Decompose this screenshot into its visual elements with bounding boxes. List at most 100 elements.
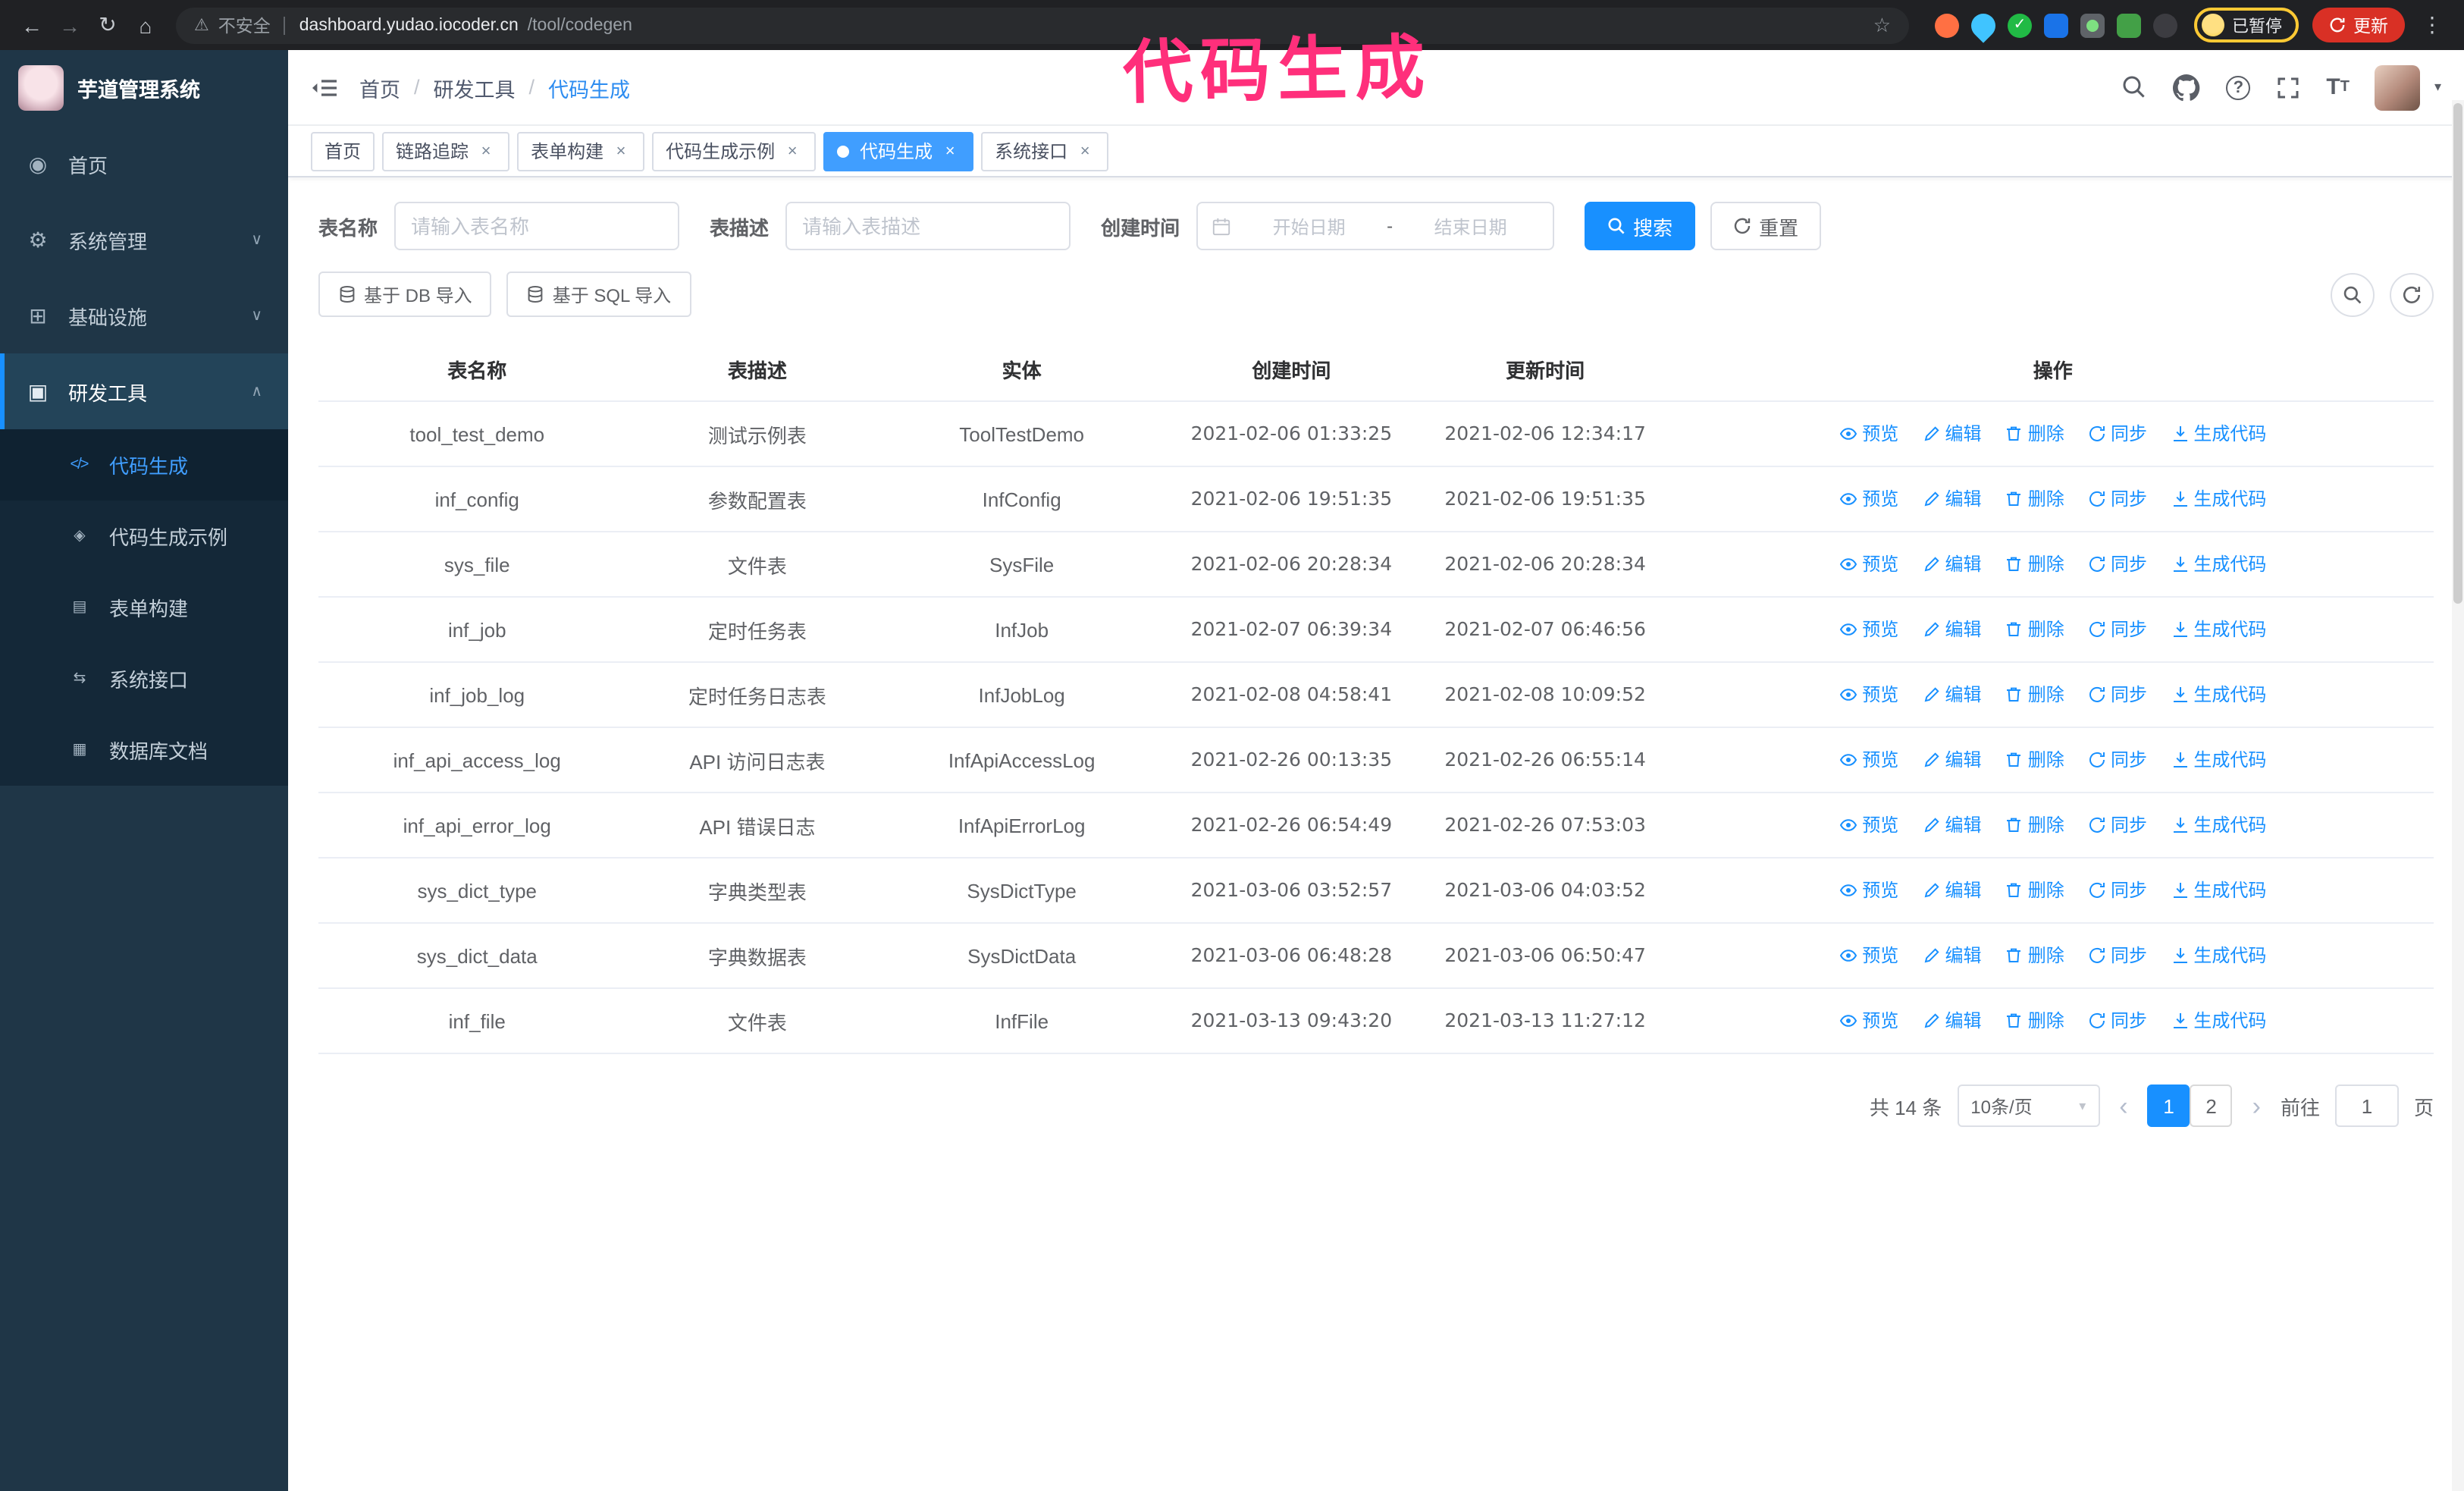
preview-link[interactable]: 预览 — [1839, 747, 1898, 773]
edit-link[interactable]: 编辑 — [1922, 421, 1982, 447]
view-tab[interactable]: 代码生成 × — [823, 131, 974, 171]
sync-link[interactable]: 同步 — [2088, 943, 2147, 968]
edit-link[interactable]: 编辑 — [1922, 617, 1982, 642]
delete-link[interactable]: 删除 — [2005, 486, 2064, 512]
browser-reload-icon[interactable]: ↻ — [91, 8, 124, 42]
extension-drop-icon[interactable] — [1966, 8, 2001, 42]
delete-link[interactable]: 删除 — [2005, 747, 2064, 773]
preview-link[interactable]: 预览 — [1839, 617, 1898, 642]
delete-link[interactable]: 删除 — [2005, 877, 2064, 903]
font-size-icon[interactable]: TT — [2326, 74, 2350, 100]
sidebar-menu-item[interactable]: ◉ 首页 — [0, 126, 288, 202]
sidebar-menu-item[interactable]: ▣ 研发工具 ∧ — [0, 353, 288, 429]
sidebar-menu-item[interactable]: ⚙ 系统管理 ∨ — [0, 202, 288, 278]
goto-page-input[interactable] — [2334, 1085, 2399, 1127]
import-from-db-button[interactable]: 基于 DB 导入 — [318, 272, 492, 317]
sidebar-submenu-item[interactable]: ▤ 表单构建 — [0, 572, 288, 643]
breadcrumb-home[interactable]: 首页 — [359, 72, 400, 102]
sidebar-submenu-item[interactable]: ▦ 数据库文档 — [0, 714, 288, 786]
browser-update-button[interactable]: 更新 — [2312, 8, 2405, 42]
next-page-button[interactable]: › — [2248, 1093, 2265, 1119]
edit-link[interactable]: 编辑 — [1922, 812, 1982, 838]
sync-link[interactable]: 同步 — [2088, 551, 2147, 577]
user-avatar[interactable] — [2375, 64, 2421, 110]
generate-code-link[interactable]: 生成代码 — [2171, 551, 2266, 577]
sync-link[interactable]: 同步 — [2088, 1008, 2147, 1034]
create-time-range-picker[interactable]: 开始日期 - 结束日期 — [1196, 202, 1555, 250]
delete-link[interactable]: 删除 — [2005, 943, 2064, 968]
delete-link[interactable]: 删除 — [2005, 1008, 2064, 1034]
edit-link[interactable]: 编辑 — [1922, 682, 1982, 708]
app-logo[interactable]: 芋道管理系统 — [0, 50, 288, 126]
sidebar-menu-item[interactable]: ⊞ 基础设施 ∨ — [0, 278, 288, 353]
preview-link[interactable]: 预览 — [1839, 943, 1898, 968]
sync-link[interactable]: 同步 — [2088, 421, 2147, 447]
address-bar[interactable]: ⚠ 不安全 dashboard.yudao.iocoder.cn/tool/co… — [176, 7, 1909, 43]
view-tab[interactable]: 表单构建 × — [517, 131, 645, 171]
breadcrumb-tools[interactable]: 研发工具 — [434, 72, 516, 102]
generate-code-link[interactable]: 生成代码 — [2171, 617, 2266, 642]
edit-link[interactable]: 编辑 — [1922, 877, 1982, 903]
generate-code-link[interactable]: 生成代码 — [2171, 747, 2266, 773]
delete-link[interactable]: 删除 — [2005, 682, 2064, 708]
generate-code-link[interactable]: 生成代码 — [2171, 877, 2266, 903]
preview-link[interactable]: 预览 — [1839, 486, 1898, 512]
sync-link[interactable]: 同步 — [2088, 812, 2147, 838]
browser-home-icon[interactable]: ⌂ — [129, 8, 162, 42]
refresh-table-button[interactable] — [2390, 272, 2434, 316]
generate-code-link[interactable]: 生成代码 — [2171, 682, 2266, 708]
edit-link[interactable]: 编辑 — [1922, 747, 1982, 773]
browser-menu-icon[interactable]: ⋮ — [2415, 8, 2449, 42]
extension-screenshot-icon[interactable] — [2080, 13, 2105, 37]
preview-link[interactable]: 预览 — [1839, 551, 1898, 577]
close-tab-icon[interactable]: × — [611, 142, 631, 160]
edit-link[interactable]: 编辑 — [1922, 943, 1982, 968]
generate-code-link[interactable]: 生成代码 — [2171, 1008, 2266, 1034]
sidebar-toggle-icon[interactable] — [311, 74, 338, 101]
sync-link[interactable]: 同步 — [2088, 486, 2147, 512]
delete-link[interactable]: 删除 — [2005, 812, 2064, 838]
window-scrollbar[interactable] — [2452, 100, 2464, 1491]
table-desc-input[interactable] — [785, 202, 1071, 250]
table-name-input[interactable] — [394, 202, 680, 250]
sidebar-submenu-item[interactable]: ◈ 代码生成示例 — [0, 501, 288, 572]
sync-link[interactable]: 同步 — [2088, 682, 2147, 708]
prev-page-button[interactable]: ‹ — [2114, 1093, 2132, 1119]
extension-green-icon[interactable] — [2117, 13, 2141, 37]
close-tab-icon[interactable]: × — [940, 142, 960, 160]
preview-link[interactable]: 预览 — [1839, 812, 1898, 838]
search-button[interactable]: 搜索 — [1585, 202, 1696, 250]
preview-link[interactable]: 预览 — [1839, 421, 1898, 447]
import-from-sql-button[interactable]: 基于 SQL 导入 — [506, 272, 691, 317]
github-icon[interactable] — [2173, 74, 2200, 101]
edit-link[interactable]: 编辑 — [1922, 1008, 1982, 1034]
view-tab[interactable]: 系统接口 × — [981, 131, 1109, 171]
view-tab[interactable]: 首页 × — [311, 131, 375, 171]
extension-paw-icon[interactable] — [2153, 13, 2177, 37]
avatar-caret-icon[interactable]: ▾ — [2434, 79, 2441, 96]
sync-link[interactable]: 同步 — [2088, 617, 2147, 642]
search-icon[interactable] — [2121, 74, 2147, 100]
edit-link[interactable]: 编辑 — [1922, 486, 1982, 512]
generate-code-link[interactable]: 生成代码 — [2171, 421, 2266, 447]
scrollbar-thumb[interactable] — [2453, 103, 2462, 604]
close-tab-icon[interactable]: × — [782, 142, 802, 160]
sync-link[interactable]: 同步 — [2088, 877, 2147, 903]
preview-link[interactable]: 预览 — [1839, 877, 1898, 903]
reset-button[interactable]: 重置 — [1710, 202, 1822, 250]
extension-blue-icon[interactable] — [2044, 13, 2068, 37]
edit-link[interactable]: 编辑 — [1922, 551, 1982, 577]
sidebar-submenu-item[interactable]: ⇆ 系统接口 — [0, 643, 288, 714]
page-number-button[interactable]: 2 — [2190, 1085, 2233, 1127]
generate-code-link[interactable]: 生成代码 — [2171, 812, 2266, 838]
browser-back-icon[interactable]: ← — [15, 8, 49, 42]
extension-check-icon[interactable]: ✓ — [2008, 13, 2032, 37]
delete-link[interactable]: 删除 — [2005, 421, 2064, 447]
close-tab-icon[interactable]: × — [476, 142, 496, 160]
fullscreen-icon[interactable] — [2276, 75, 2300, 99]
toggle-search-button[interactable] — [2331, 272, 2375, 316]
browser-forward-icon[interactable]: → — [53, 8, 86, 42]
close-tab-icon[interactable]: × — [1075, 142, 1095, 160]
help-icon[interactable]: ? — [2226, 75, 2251, 99]
sidebar-submenu-item[interactable]: </> 代码生成 — [0, 429, 288, 501]
